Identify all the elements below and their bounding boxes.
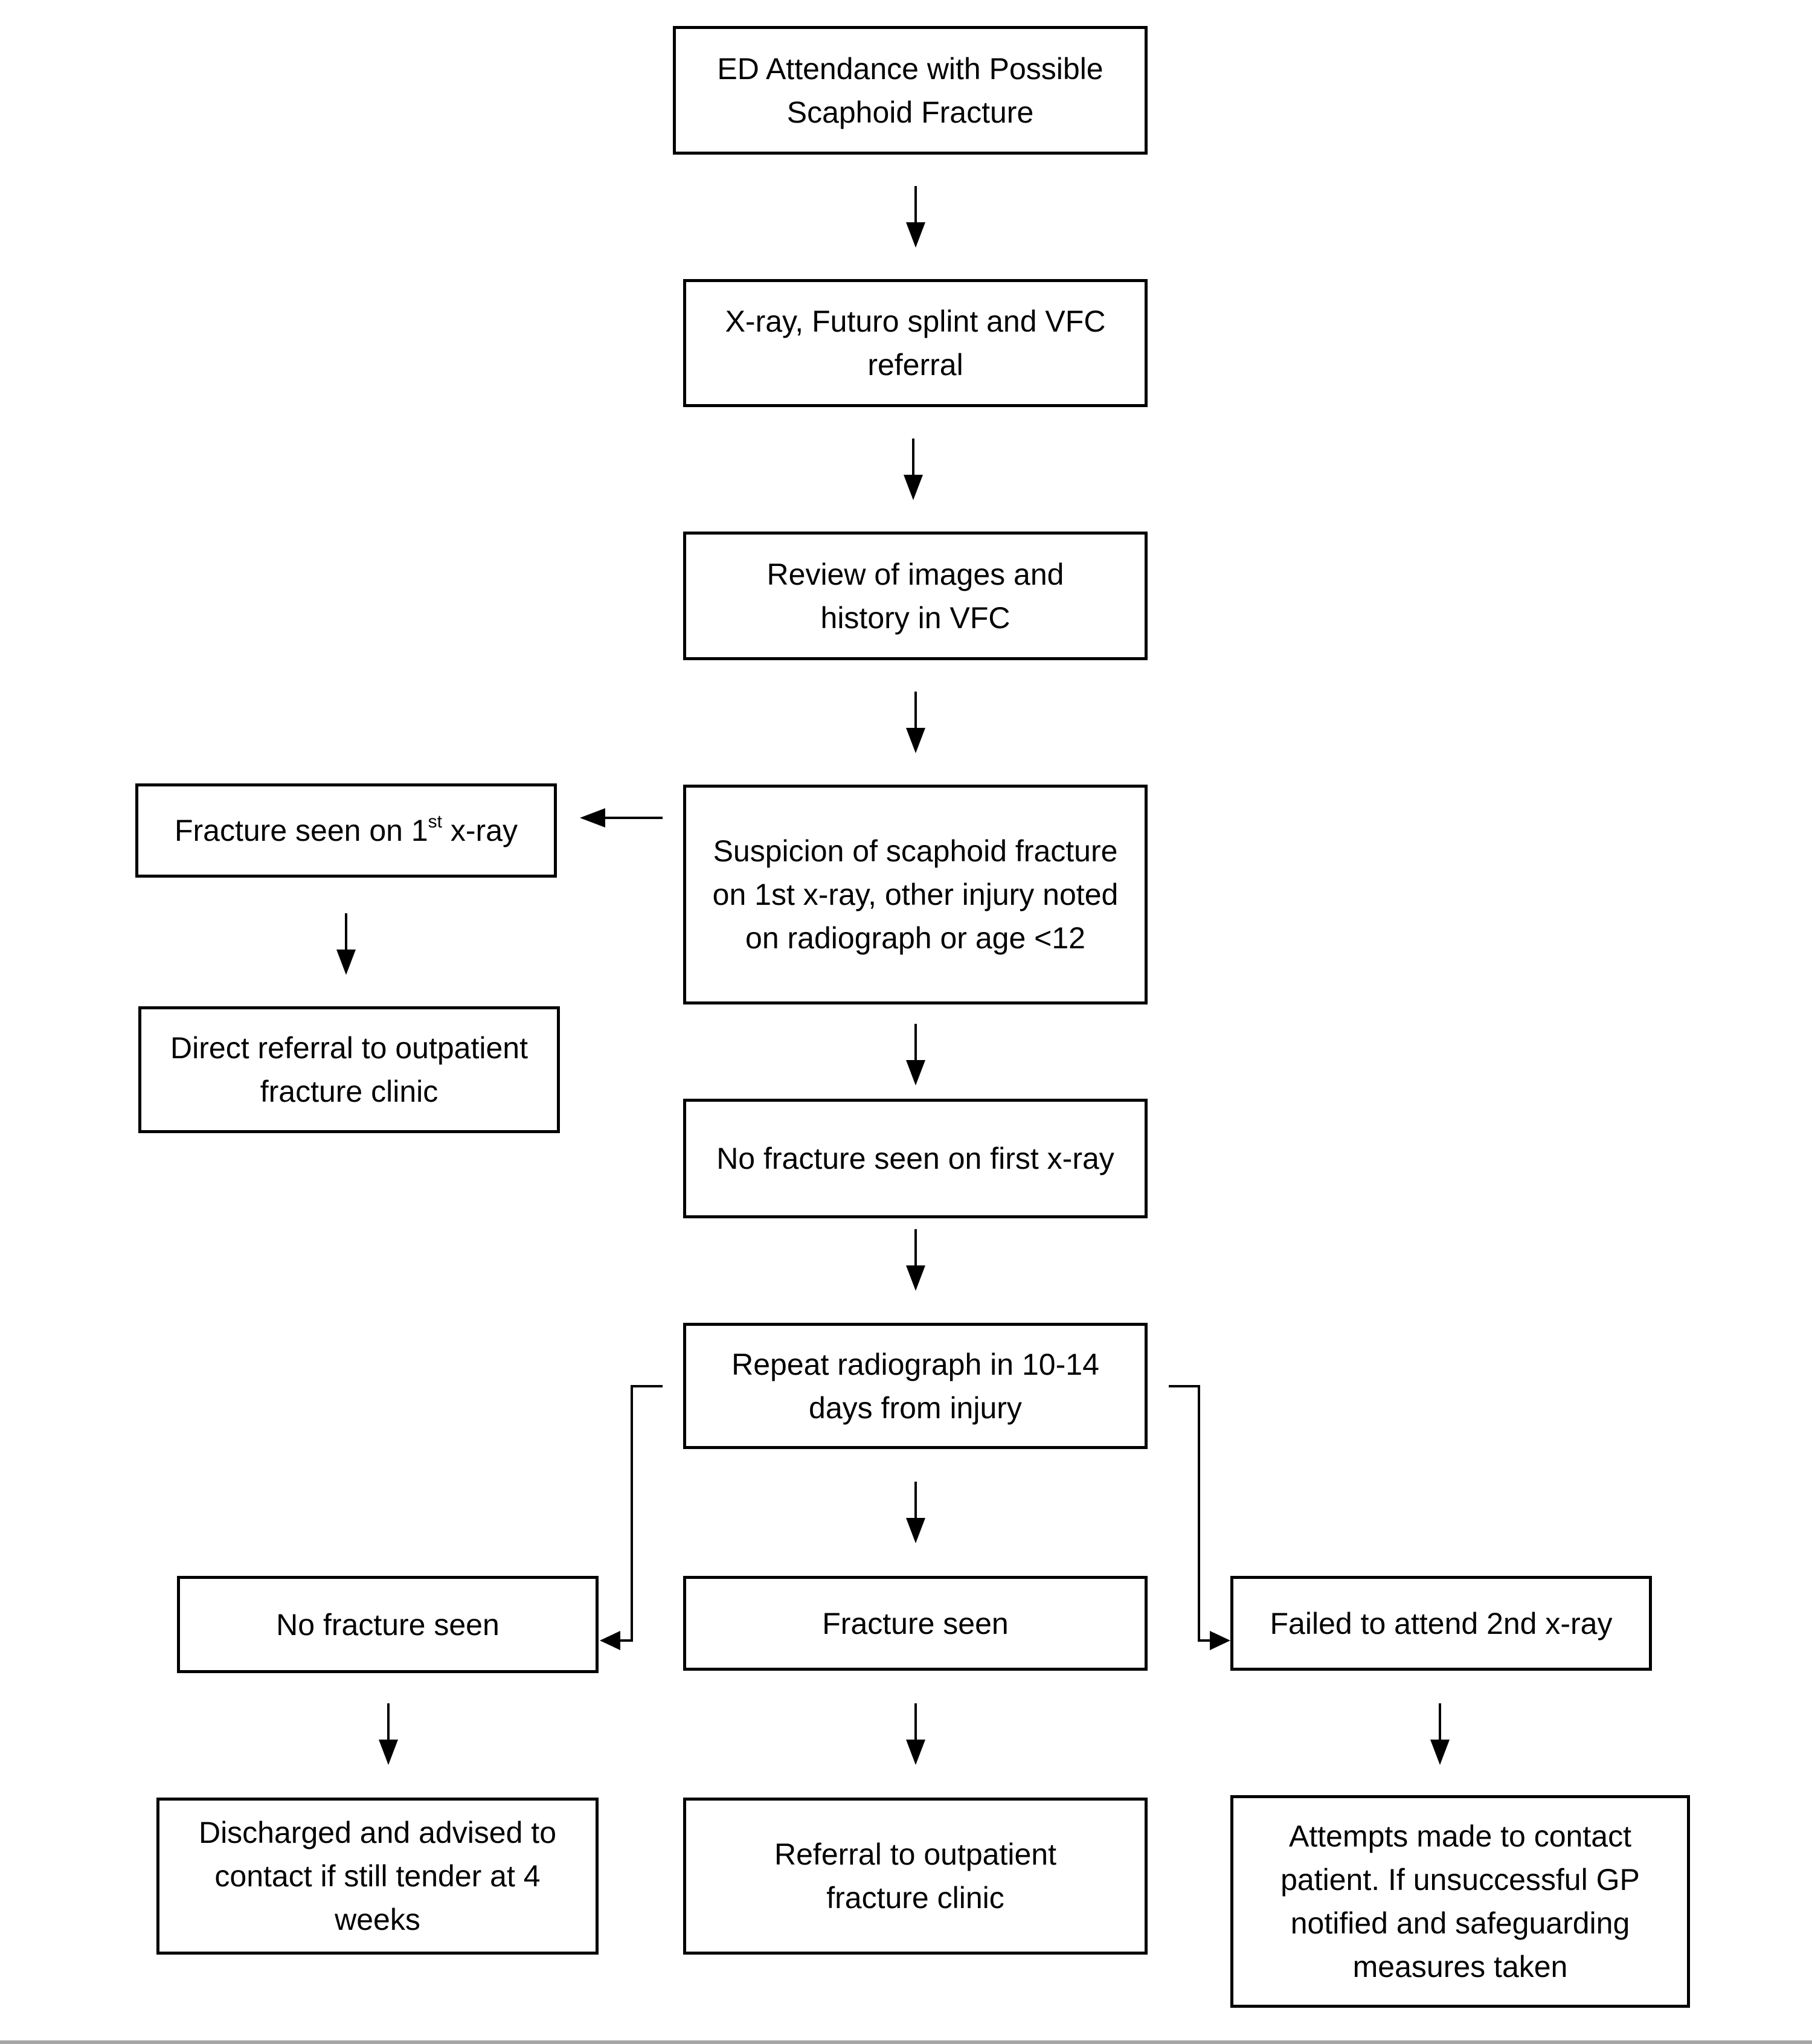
node-no-fracture-seen-label: No fracture seen xyxy=(276,1607,500,1642)
arrow-repeat-to-no-fracture-seen xyxy=(600,1385,663,1650)
arrow-suspicion-to-fracture-first xyxy=(580,808,663,828)
node-discharged-label: Discharged and advised to contact if sti… xyxy=(198,1816,557,1936)
arrow-failed-to-attempts xyxy=(1430,1703,1450,1765)
node-referral-outpatient: Referral to outpatient fracture clinic xyxy=(683,1798,1148,1955)
arrow-xray-to-review xyxy=(904,439,923,500)
node-suspicion: Suspicion of scaphoid fracture on 1st x-… xyxy=(683,785,1148,1004)
arrow-fracture-seen-to-referral xyxy=(906,1703,925,1765)
node-fracture-first-xray: Fracture seen on 1st x-ray xyxy=(135,783,557,878)
node-repeat-radiograph: Repeat radiograph in 10-14 days from inj… xyxy=(683,1323,1148,1449)
node-ed-attendance-label: ED Attendance with Possible Scaphoid Fra… xyxy=(717,51,1104,129)
bottom-border xyxy=(0,2040,1812,2044)
node-direct-referral-label: Direct referral to outpatient fracture c… xyxy=(170,1031,528,1108)
node-repeat-radiograph-label: Repeat radiograph in 10-14 days from inj… xyxy=(731,1347,1099,1425)
node-attempts-contact-label: Attempts made to contact patient. If uns… xyxy=(1280,1819,1640,1984)
node-ed-attendance: ED Attendance with Possible Scaphoid Fra… xyxy=(673,26,1148,155)
arrow-fracture-first-to-direct-referral xyxy=(336,913,356,975)
node-no-fracture-first: No fracture seen on first x-ray xyxy=(683,1099,1148,1218)
node-vfc-review-label: Review of images and history in VFC xyxy=(766,557,1064,635)
node-no-fracture-first-label: No fracture seen on first x-ray xyxy=(716,1142,1114,1175)
arrow-no-fracture-seen-to-discharged xyxy=(379,1703,398,1765)
label-part-1: Fracture seen on 1 xyxy=(174,814,428,847)
node-fracture-seen-label: Fracture seen xyxy=(822,1606,1009,1641)
node-fracture-first-xray-label: Fracture seen on 1st x-ray xyxy=(175,809,518,852)
node-no-fracture-seen: No fracture seen xyxy=(177,1576,599,1673)
node-suspicion-label: Suspicion of scaphoid fracture on 1st x-… xyxy=(712,834,1119,955)
arrow-repeat-to-fracture-seen xyxy=(906,1482,925,1543)
label-part-2: x-ray xyxy=(442,814,518,847)
node-discharged: Discharged and advised to contact if sti… xyxy=(156,1798,599,1955)
node-failed-attend-label: Failed to attend 2nd x-ray xyxy=(1270,1606,1613,1641)
arrow-repeat-to-failed-attend xyxy=(1169,1385,1230,1650)
arrow-review-to-suspicion xyxy=(906,692,925,753)
node-direct-referral: Direct referral to outpatient fracture c… xyxy=(138,1006,560,1133)
arrow-ed-to-xray xyxy=(906,186,925,248)
arrow-suspicion-to-no-fracture-first xyxy=(906,1024,925,1085)
node-vfc-review: Review of images and history in VFC xyxy=(683,532,1148,660)
ordinal-suffix: st xyxy=(428,812,443,832)
node-xray-splint-referral-label: X-ray, Futuro splint and VFC referral xyxy=(725,304,1106,382)
node-fracture-seen: Fracture seen xyxy=(683,1576,1148,1671)
node-referral-outpatient-label: Referral to outpatient fracture clinic xyxy=(774,1837,1056,1915)
node-attempts-contact: Attempts made to contact patient. If uns… xyxy=(1230,1795,1690,2008)
arrow-no-fracture-first-to-repeat xyxy=(906,1229,925,1291)
node-xray-splint-referral: X-ray, Futuro splint and VFC referral xyxy=(683,279,1148,407)
node-failed-attend: Failed to attend 2nd x-ray xyxy=(1230,1576,1652,1671)
